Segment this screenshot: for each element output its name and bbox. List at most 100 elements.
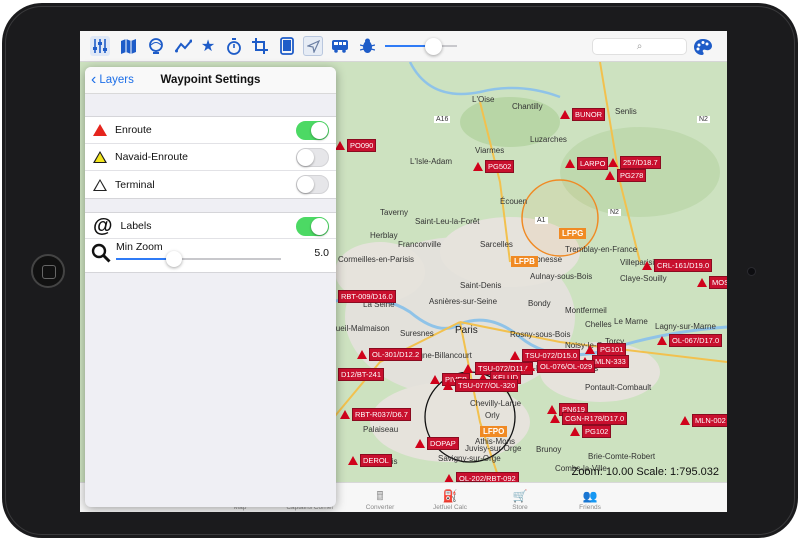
waypoint-marker[interactable]: OL-076/OL-029 <box>525 360 596 373</box>
place-label: Chelles <box>585 320 612 329</box>
waypoint-marker[interactable]: DOPAP <box>415 437 459 450</box>
waypoint-marker[interactable]: LARPO <box>565 157 609 170</box>
waypoint-triangle-icon <box>430 375 440 384</box>
place-label: Saint-Leu-la-Forêt <box>415 217 480 226</box>
row-labels[interactable]: @ Labels <box>85 213 336 239</box>
star-icon[interactable]: ★ <box>198 36 218 56</box>
sliders-icon[interactable] <box>90 36 110 56</box>
airport-label[interactable]: LFPO <box>480 426 508 437</box>
bus-icon[interactable] <box>330 36 350 56</box>
waypoint-marker[interactable]: PO090 <box>335 139 377 152</box>
waypoint-label: RBT-R037/D6.7 <box>352 408 411 421</box>
place-label: Senlis <box>615 107 637 116</box>
waypoint-marker[interactable]: MLN-002 <box>680 414 727 427</box>
tablet-icon[interactable] <box>277 36 297 56</box>
waypoint-marker[interactable]: OL-301/D12.2 <box>357 348 423 361</box>
min-zoom-slider-knob[interactable] <box>165 251 182 267</box>
waypoint-label: PO090 <box>347 139 377 152</box>
waypoint-marker[interactable]: BUNOR <box>560 108 606 121</box>
road-label: N2 <box>608 209 621 216</box>
waypoint-marker[interactable]: DEROL <box>348 454 392 467</box>
place-label: Franconville <box>398 240 442 249</box>
waypoint-settings-panel: ‹ Layers Waypoint Settings Enroute Navai… <box>85 67 336 507</box>
tab-friends[interactable]: 👥 Friends <box>555 483 625 512</box>
crop-icon[interactable] <box>250 36 270 56</box>
tab-converter[interactable]: 🖩 Converter <box>345 483 415 512</box>
map-opacity-slider[interactable] <box>385 45 457 47</box>
place-label: Tremblay-en-France <box>565 245 638 254</box>
labels-toggle[interactable] <box>296 217 329 236</box>
place-label: Lagny-sur-Marne <box>655 322 716 331</box>
min-zoom-slider[interactable] <box>116 258 281 260</box>
waypoint-marker[interactable]: PG278 <box>605 169 647 182</box>
calculator-icon: 🖩 <box>376 489 384 503</box>
yellow-triangle-icon <box>93 151 107 163</box>
zoom-scale-readout: Zoom: 10.00 Scale: 1:795.032 <box>572 466 719 478</box>
place-label: Palaiseau <box>363 425 399 434</box>
map-icon[interactable] <box>118 36 138 56</box>
waypoint-label: LARPO <box>577 157 609 170</box>
waypoint-triangle-icon <box>642 261 652 270</box>
waypoint-marker[interactable]: CGN-R178/D17.0 <box>550 412 628 425</box>
waypoint-marker[interactable]: PG102 <box>570 425 612 438</box>
waypoint-triangle-icon <box>473 162 483 171</box>
waypoint-label: CRL-161/D19.0 <box>654 259 713 272</box>
panel-header: ‹ Layers Waypoint Settings <box>85 67 336 94</box>
place-label: Montfermeil <box>565 306 607 315</box>
navaid-enroute-toggle[interactable] <box>296 148 329 167</box>
tab-jetfuel-calc[interactable]: ⛽ Jetfuel Calc <box>415 483 485 512</box>
search-input[interactable]: ⌕ <box>592 38 687 55</box>
waypoint-label: D12/BT-241 <box>338 368 385 381</box>
row-label: Enroute <box>115 124 152 136</box>
waypoint-label: OL-067/D17.0 <box>669 334 723 347</box>
waypoint-marker[interactable]: PG502 <box>473 160 515 173</box>
map-opacity-slider-knob[interactable] <box>425 38 443 55</box>
palette-icon[interactable] <box>693 37 713 57</box>
waypoint-marker[interactable]: RBT-R037/D6.7 <box>340 408 411 421</box>
place-label: L'Isle-Adam <box>410 157 452 166</box>
waypoint-triangle-icon <box>608 158 618 167</box>
terminal-toggle[interactable] <box>296 175 329 194</box>
route-icon[interactable] <box>173 36 193 56</box>
airport-label[interactable]: LFPG <box>559 228 587 239</box>
waypoint-label: OL-301/D12.2 <box>369 348 423 361</box>
home-button[interactable] <box>31 254 65 288</box>
waypoint-triangle-icon <box>463 364 473 373</box>
waypoint-marker[interactable]: OL-067/D17.0 <box>657 334 723 347</box>
waypoint-marker[interactable]: MOSI <box>697 276 727 289</box>
waypoint-triangle-icon <box>443 381 453 390</box>
waypoint-triangle-icon <box>585 345 595 354</box>
bug-icon[interactable] <box>357 36 377 56</box>
panel-title: Waypoint Settings <box>160 74 261 86</box>
waypoint-label: RBT-009/D16.0 <box>338 290 396 303</box>
road-label: A16 <box>434 116 451 123</box>
road-label: A1 <box>535 217 548 224</box>
waypoint-marker[interactable]: 257/D18.7 <box>608 156 661 169</box>
waypoint-marker[interactable]: TSU-077/OL-320 <box>443 379 519 392</box>
waypoint-label: MLN-333 <box>592 355 629 368</box>
waypoint-marker[interactable]: RBT-009/D16.0 <box>326 290 396 303</box>
place-label: Herblay <box>370 231 398 240</box>
stopwatch-icon[interactable] <box>224 36 244 56</box>
app-screen: L'Oise Chantilly Senlis L'Isle-Adam Luzarche… <box>80 31 727 512</box>
row-label: Navaid-Enroute <box>115 151 188 163</box>
people-icon: 👥 <box>582 489 598 503</box>
waypoint-label: DEROL <box>360 454 392 467</box>
tab-store[interactable]: 🛒 Store <box>485 483 555 512</box>
row-enroute[interactable]: Enroute <box>85 117 336 144</box>
outline-triangle-icon <box>93 178 107 191</box>
place-label: Saint-Denis <box>460 281 502 290</box>
row-navaid-enroute[interactable]: Navaid-Enroute <box>85 144 336 171</box>
at-sign-icon: @ <box>93 214 113 237</box>
scale-text: Scale: 1:795.032 <box>636 466 719 478</box>
waypoint-label: CGN-R178/D17.0 <box>562 412 628 425</box>
airport-label[interactable]: LFPB <box>511 256 538 267</box>
globe-icon[interactable] <box>146 36 166 56</box>
locate-arrow-icon[interactable] <box>303 36 323 56</box>
enroute-toggle[interactable] <box>296 121 329 140</box>
waypoint-triangle-icon <box>415 439 425 448</box>
waypoint-marker[interactable]: CRL-161/D19.0 <box>642 259 713 272</box>
row-terminal[interactable]: Terminal <box>85 171 336 198</box>
place-label: Le Marne <box>614 317 648 326</box>
